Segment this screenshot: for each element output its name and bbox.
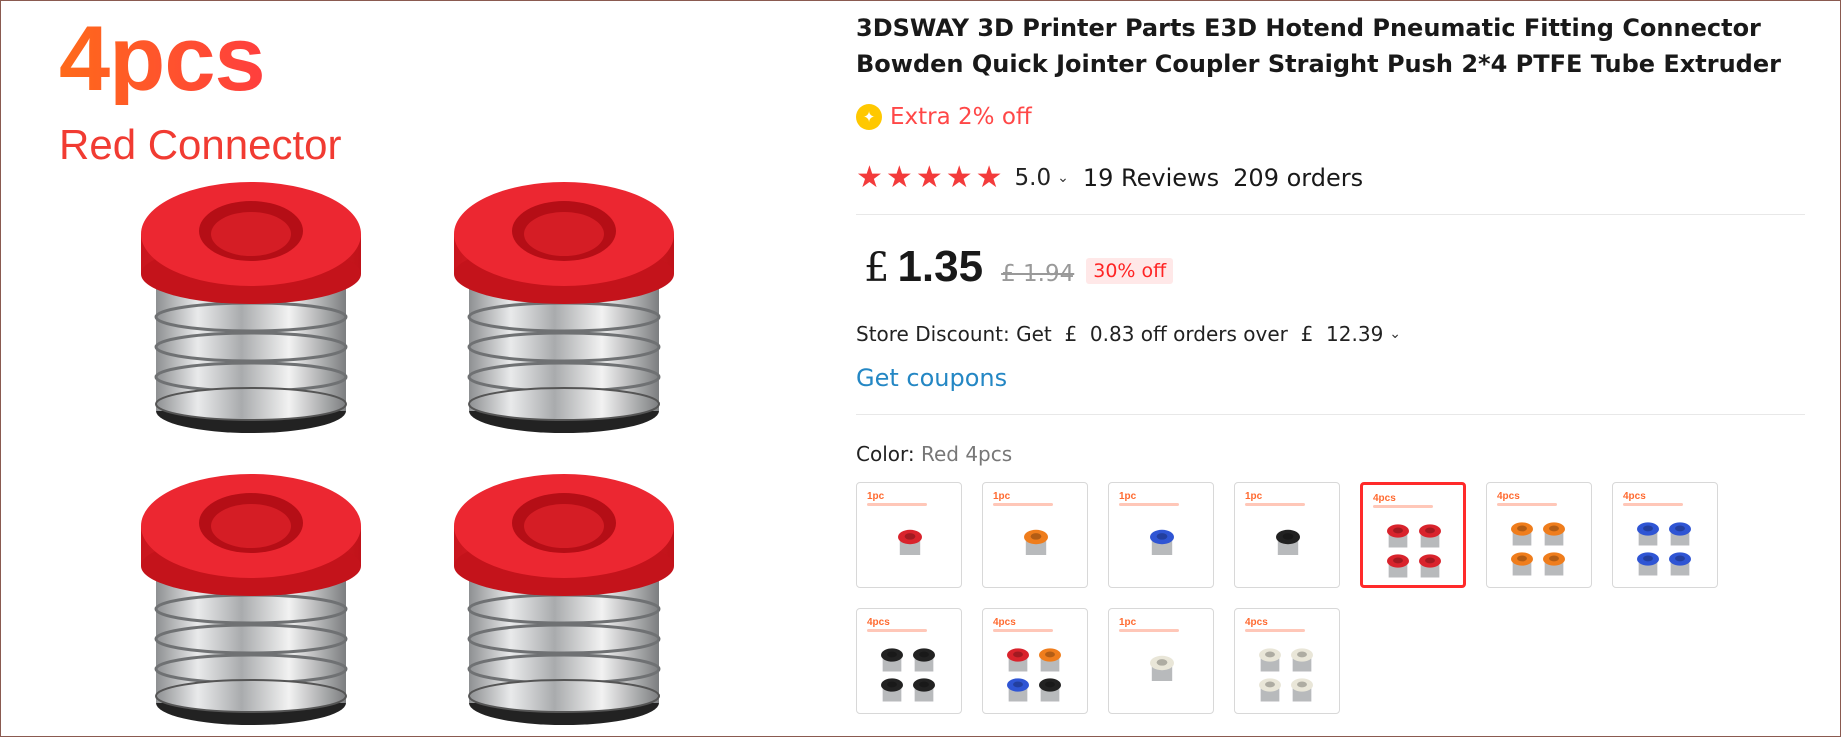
connector-image — [452, 472, 676, 727]
swatch-label: 1pc — [867, 491, 885, 502]
color-swatches: 1pc 1pc 1pc 1pc 4pcs 4pcs 4pcs 4pcs 4pcs 1pc 4pcs — [856, 482, 1736, 714]
color-swatch[interactable]: 4pcs — [982, 608, 1088, 714]
color-swatch[interactable]: 1pc — [1108, 608, 1214, 714]
original-price: £ 1.94 — [1001, 261, 1075, 287]
connector-image — [139, 472, 363, 727]
color-selector-label: Color: Red 4pcs — [856, 442, 1012, 466]
star-icon: ★ — [915, 160, 943, 195]
swatch-label: 4pcs — [1623, 491, 1646, 502]
image-title: 4pcs — [59, 8, 266, 110]
extra-discount-text: Extra 2% off — [890, 104, 1032, 130]
orders-count: 209 orders — [1233, 164, 1364, 192]
store-discount-text: Store Discount: Get £ 0.83 off orders ov… — [856, 322, 1384, 346]
swatch-label: 1pc — [1245, 491, 1263, 502]
rating-value[interactable]: 5.0 — [1015, 165, 1052, 191]
color-swatch[interactable]: 4pcs — [1486, 482, 1592, 588]
color-label: Color: — [856, 442, 915, 466]
discount-badge: 30% off — [1086, 258, 1174, 284]
swatch-thumbnail — [898, 529, 922, 555]
swatch-label: 4pcs — [993, 617, 1016, 628]
connector-image — [139, 180, 363, 435]
product-title: 3DSWAY 3D Printer Parts E3D Hotend Pneum… — [856, 14, 1781, 78]
image-subtitle: Red Connector — [59, 121, 342, 168]
get-coupons-link[interactable]: Get coupons — [856, 364, 1007, 392]
current-price: 1.35 — [897, 242, 984, 291]
divider — [856, 214, 1805, 215]
selected-color: Red 4pcs — [920, 442, 1013, 466]
main-product-image[interactable]: 4pcs Red Connector — [1, 1, 821, 736]
swatch-thumbnail — [1276, 529, 1300, 555]
price-currency: £ — [864, 245, 890, 291]
color-swatch[interactable]: 4pcs — [856, 608, 962, 714]
swatch-thumbnail — [1007, 648, 1061, 702]
swatch-label: 4pcs — [1245, 617, 1268, 628]
color-swatch[interactable]: 4pcs — [1234, 608, 1340, 714]
rating-row: ★ ★ ★ ★ ★ 5.0 ⌄ 19 Reviews 209 orders — [856, 162, 1377, 194]
color-swatch[interactable]: 1pc — [1108, 482, 1214, 588]
extra-discount[interactable]: ✦ Extra 2% off — [856, 104, 1032, 130]
chevron-down-icon[interactable]: ⌄ — [1389, 326, 1401, 342]
store-discount[interactable]: Store Discount: Get £ 0.83 off orders ov… — [856, 322, 1415, 346]
product-details: 3DSWAY 3D Printer Parts E3D Hotend Pneum… — [856, 0, 1806, 737]
swatch-thumbnail — [1150, 529, 1174, 555]
swatch-thumbnail — [1150, 655, 1174, 681]
swatch-label: 1pc — [1119, 491, 1137, 502]
swatch-thumbnail — [1387, 524, 1441, 578]
star-icon: ★ — [885, 160, 913, 195]
swatch-thumbnail — [1511, 522, 1565, 576]
divider — [856, 414, 1805, 415]
color-swatch[interactable]: 1pc — [982, 482, 1088, 588]
sparkle-badge-icon: ✦ — [856, 104, 882, 130]
swatch-thumbnail — [881, 648, 935, 702]
rating-stars: ★ ★ ★ ★ ★ — [856, 163, 1003, 193]
swatch-thumbnail — [1024, 529, 1048, 555]
color-swatch[interactable]: 1pc — [856, 482, 962, 588]
color-swatch[interactable]: 4pcs — [1612, 482, 1718, 588]
reviews-link[interactable]: 19 Reviews — [1083, 164, 1219, 192]
color-swatch[interactable]: 4pcs — [1360, 482, 1466, 588]
swatch-label: 4pcs — [1373, 493, 1396, 504]
swatch-label: 4pcs — [1497, 491, 1520, 502]
star-icon: ★ — [856, 160, 883, 195]
connector-image — [452, 180, 676, 435]
price-row: £ 1.35 £ 1.94 30% off — [864, 242, 1174, 292]
swatch-label: 1pc — [993, 491, 1011, 502]
swatch-thumbnail — [1259, 648, 1313, 702]
swatch-label: 1pc — [1119, 617, 1137, 628]
star-icon: ★ — [975, 160, 1003, 195]
swatch-thumbnail — [1637, 522, 1691, 576]
star-icon: ★ — [945, 160, 973, 195]
chevron-down-icon[interactable]: ⌄ — [1057, 170, 1069, 186]
swatch-label: 4pcs — [867, 617, 890, 628]
color-swatch[interactable]: 1pc — [1234, 482, 1340, 588]
